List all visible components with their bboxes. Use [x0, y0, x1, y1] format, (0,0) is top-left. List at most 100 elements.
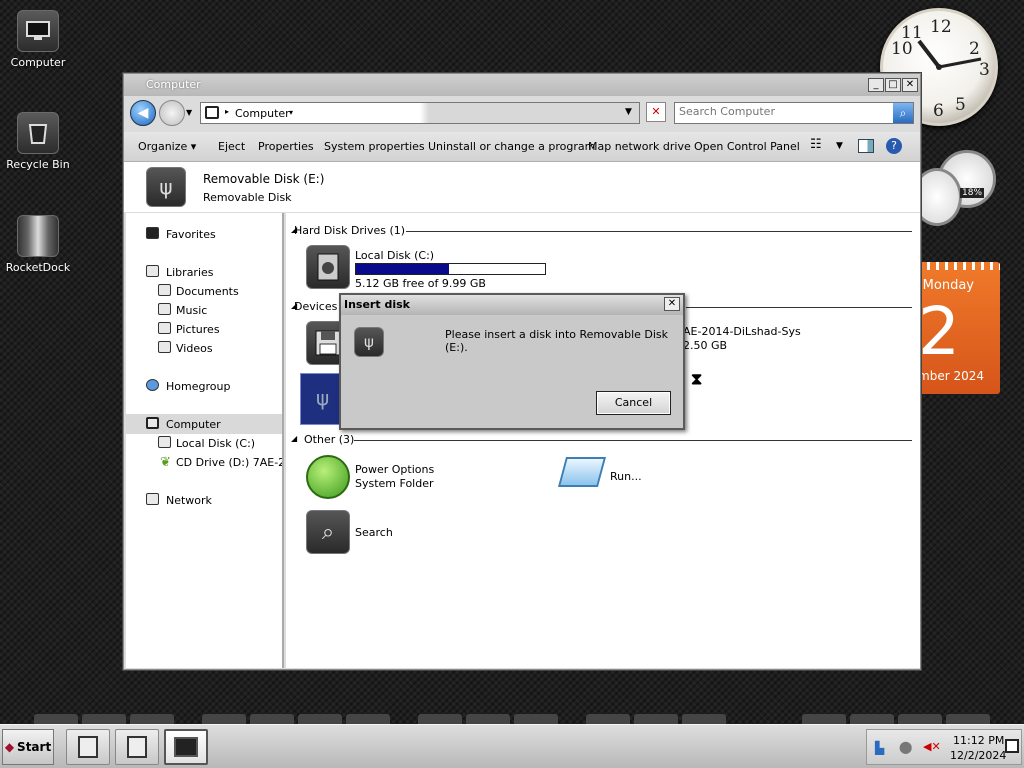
nav-homegroup[interactable]: Homegroup: [166, 380, 230, 393]
chevron-down-icon[interactable]: ▾: [289, 108, 293, 117]
uninstall-program-button[interactable]: Uninstall or change a program: [428, 140, 595, 153]
window-title: Computer: [146, 78, 201, 91]
cd-drive-icon: ❦: [160, 455, 171, 470]
command-bar: Organize ▾ Eject Properties System prope…: [124, 132, 920, 162]
nav-local-disk[interactable]: Local Disk (C:): [176, 437, 255, 450]
desktop-icon-computer[interactable]: Computer: [0, 10, 76, 69]
calendar-gadget[interactable]: Monday 2 December 2024: [918, 262, 1000, 394]
desktop-icon-label: RocketDock: [5, 261, 71, 274]
homegroup-icon: [146, 379, 159, 391]
network-tray-icon[interactable]: ▙: [875, 741, 884, 755]
properties-button[interactable]: Properties: [258, 140, 314, 153]
start-button[interactable]: ◆ Start: [2, 729, 54, 765]
usb-drive-icon: ψ: [354, 327, 384, 357]
cancel-button[interactable]: Cancel: [596, 391, 671, 415]
group-divider: [354, 440, 912, 441]
forward-button[interactable]: [159, 100, 185, 126]
group-other[interactable]: Other (3): [304, 433, 354, 446]
recycle-bin-icon: [17, 112, 59, 154]
desktop-icon-label: Recycle Bin: [6, 158, 70, 171]
cd-drive-size: 2.50 GB: [683, 339, 728, 352]
nav-pictures[interactable]: Pictures: [176, 323, 220, 336]
search-icon[interactable]: ⌕: [893, 103, 913, 123]
system-properties-button[interactable]: System properties: [324, 140, 425, 153]
nav-music[interactable]: Music: [176, 304, 207, 317]
desktop-icon-recycle-bin[interactable]: Recycle Bin: [0, 112, 76, 171]
calendar-month-year: December 2024: [918, 369, 984, 383]
clear-address-button[interactable]: ✕: [646, 102, 666, 122]
computer-small-icon: [146, 417, 159, 429]
nav-cd-drive[interactable]: CD Drive (D:) 7AE-201: [176, 456, 282, 469]
taskbar-explorer[interactable]: [164, 729, 208, 765]
insert-disk-dialog[interactable]: Insert disk ✕ ψ Please insert a disk int…: [339, 293, 685, 430]
star-icon: [146, 227, 159, 239]
notepad-icon: [127, 736, 147, 758]
cpu-meter-gadget[interactable]: 18%: [912, 150, 998, 230]
desktop-icon-label: Computer: [10, 56, 66, 69]
eject-button[interactable]: Eject: [218, 140, 245, 153]
nav-libraries[interactable]: Libraries: [166, 266, 214, 279]
help-icon[interactable]: ?: [886, 138, 902, 154]
search-box[interactable]: ⌕: [674, 102, 914, 124]
group-devices[interactable]: Devices: [294, 300, 337, 313]
dialog-message: Please insert a disk into Removable Disk…: [445, 328, 669, 354]
nav-videos[interactable]: Videos: [176, 342, 213, 355]
volume-muted-icon[interactable]: ◀✕: [923, 740, 941, 753]
clock-time[interactable]: 11:12 PM: [953, 734, 1004, 747]
run-icon: [557, 457, 607, 487]
dialog-close-button[interactable]: ✕: [664, 297, 680, 311]
navigation-pane: Favorites Libraries Documents Music Pict…: [126, 213, 284, 668]
address-bar[interactable]: ▸ Computer ▾ ▼: [200, 102, 640, 124]
collapse-arrow-icon[interactable]: ◢: [291, 434, 297, 443]
organize-menu[interactable]: Organize ▾: [138, 140, 196, 153]
address-segment[interactable]: Computer: [235, 107, 290, 120]
document-icon: [158, 284, 171, 296]
network-icon: [146, 493, 159, 505]
view-options-icon[interactable]: ☷: [810, 137, 822, 152]
maximize-button[interactable]: □: [885, 78, 901, 92]
taskbar: ◆ Start ▙ ⬤ ◀✕ 11:12 PM 12/2/2024: [0, 724, 1024, 768]
taskbar-notepad-2[interactable]: [115, 729, 159, 765]
run-label: Run...: [610, 470, 642, 483]
desktop-icon-rocketdock[interactable]: RocketDock: [0, 215, 76, 274]
usb-drive-icon: ψ: [146, 167, 186, 207]
hard-disk-icon: [306, 245, 350, 289]
calendar-weekday: Monday: [922, 278, 974, 293]
chevron-right-icon[interactable]: ▸: [225, 107, 229, 116]
selected-item-type: Removable Disk: [203, 191, 292, 204]
group-hard-disks[interactable]: Hard Disk Drives (1): [294, 224, 405, 237]
window-titlebar[interactable]: Computer _ □ ✕: [124, 74, 920, 96]
local-disk-icon: [158, 436, 171, 448]
notepad-icon: [78, 736, 98, 758]
close-button[interactable]: ✕: [902, 78, 918, 92]
clock-date[interactable]: 12/2/2024: [950, 749, 1006, 762]
meter-percent: 18%: [960, 188, 985, 198]
nav-computer-selected[interactable]: Computer: [126, 414, 282, 434]
preview-pane-icon[interactable]: [858, 139, 874, 153]
show-desktop-button[interactable]: [1005, 739, 1019, 753]
collapse-arrow-icon[interactable]: ◢: [291, 225, 297, 234]
view-dropdown-icon[interactable]: ▼: [836, 141, 843, 151]
usb-icon: ψ: [316, 386, 330, 410]
selected-item-name: Removable Disk (E:): [203, 172, 325, 186]
recent-pages-dropdown[interactable]: ▼: [186, 108, 192, 117]
nav-documents[interactable]: Documents: [176, 285, 239, 298]
device-tray-icon[interactable]: ⬤: [899, 740, 912, 754]
taskbar-notepad-1[interactable]: [66, 729, 110, 765]
map-network-drive-button[interactable]: Map network drive: [588, 140, 691, 153]
arrow-left-icon: ◀: [137, 105, 149, 121]
address-dropdown[interactable]: ▼: [625, 107, 632, 117]
collapse-arrow-icon[interactable]: ◢: [291, 301, 297, 310]
back-button[interactable]: ◀: [130, 100, 156, 126]
calendar-day: 2: [918, 293, 960, 370]
open-control-panel-button[interactable]: Open Control Panel: [694, 140, 800, 153]
system-tray: ▙ ⬤ ◀✕ 11:12 PM 12/2/2024: [866, 729, 1022, 765]
minimize-button[interactable]: _: [868, 78, 884, 92]
search-input[interactable]: [679, 105, 887, 118]
monitor-icon: [174, 737, 198, 757]
computer-small-icon: [205, 106, 219, 119]
start-orb-icon: ◆: [4, 740, 15, 754]
nav-network[interactable]: Network: [166, 494, 212, 507]
nav-favorites[interactable]: Favorites: [166, 228, 216, 241]
dialog-titlebar[interactable]: Insert disk ✕: [341, 295, 683, 315]
